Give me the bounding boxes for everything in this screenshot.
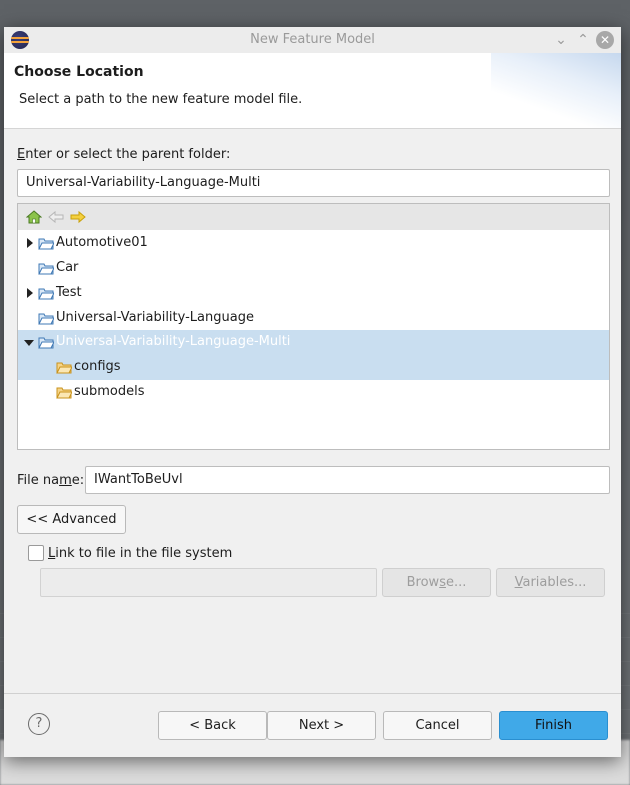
browse-button: Browse... <box>382 568 491 597</box>
expand-arrow-icon[interactable] <box>27 288 33 298</box>
parent-folder-label: Enter or select the parent folder: <box>17 147 231 162</box>
parent-folder-input[interactable]: Universal-Variability-Language-Multi <box>17 169 610 197</box>
tree-toolbar <box>18 204 609 230</box>
tree-item-label: Universal-Variability-Language <box>56 310 254 325</box>
tree-item-label: configs <box>74 359 121 374</box>
close-icon[interactable]: ✕ <box>596 31 614 49</box>
project-folder-icon <box>38 337 54 349</box>
back-arrow-icon[interactable] <box>48 210 64 224</box>
back-button[interactable]: < Back <box>158 711 267 740</box>
tree-item-test[interactable]: Test <box>18 281 609 306</box>
tree-item-label: Test <box>56 285 82 300</box>
wizard-header: Choose Location Select a path to the new… <box>4 53 621 129</box>
cancel-button[interactable]: Cancel <box>383 711 492 740</box>
project-folder-icon <box>38 238 54 250</box>
next-button[interactable]: Next > <box>267 711 376 740</box>
finish-button[interactable]: Finish <box>499 711 608 740</box>
tree-item-submodels[interactable]: submodels <box>18 380 609 405</box>
project-folder-icon <box>38 313 54 325</box>
tree-item-label: Universal-Variability-Language-Multi <box>56 334 291 349</box>
home-icon[interactable] <box>26 210 42 224</box>
tree-item-label: Car <box>56 260 79 275</box>
expand-arrow-icon[interactable] <box>27 238 33 248</box>
minimize-icon[interactable]: ⌄ <box>552 31 570 49</box>
advanced-button[interactable]: << Advanced <box>17 505 126 534</box>
tree-item-universal-variability-language-multi[interactable]: Universal-Variability-Language-Multi <box>18 330 609 355</box>
file-name-input[interactable]: IWantToBeUvl <box>85 466 610 494</box>
tree-item-configs[interactable]: configs <box>18 355 609 380</box>
folder-tree[interactable]: Automotive01 Car Test Universal-Variabil… <box>17 203 610 450</box>
new-feature-model-dialog: New Feature Model ⌄ ⌃ ✕ Choose Location … <box>4 27 621 757</box>
link-to-file-checkbox[interactable] <box>28 545 44 561</box>
variables-button: Variables... <box>496 568 605 597</box>
tree-item-car[interactable]: Car <box>18 256 609 281</box>
footer-separator <box>4 693 621 694</box>
window-title: New Feature Model <box>250 32 375 47</box>
maximize-icon[interactable]: ⌃ <box>574 31 592 49</box>
project-folder-icon <box>38 288 54 300</box>
tree-item-automotive01[interactable]: Automotive01 <box>18 231 609 256</box>
tree-item-label: submodels <box>74 384 145 399</box>
folder-icon <box>56 362 72 374</box>
file-name-label: File name: <box>17 473 85 488</box>
page-title: Choose Location <box>14 64 144 80</box>
project-folder-icon <box>38 263 54 275</box>
collapse-arrow-icon[interactable] <box>24 340 34 346</box>
forward-arrow-icon[interactable] <box>70 210 86 224</box>
folder-icon <box>56 387 72 399</box>
header-banner-image <box>491 53 621 128</box>
link-to-file-label: Link to file in the file system <box>48 546 233 561</box>
title-bar: New Feature Model ⌄ ⌃ ✕ <box>4 27 621 53</box>
page-description: Select a path to the new feature model f… <box>19 92 303 107</box>
tree-item-universal-variability-language[interactable]: Universal-Variability-Language <box>18 306 609 331</box>
help-icon[interactable]: ? <box>28 713 50 735</box>
link-path-input <box>40 568 377 597</box>
tree-item-label: Automotive01 <box>56 235 148 250</box>
